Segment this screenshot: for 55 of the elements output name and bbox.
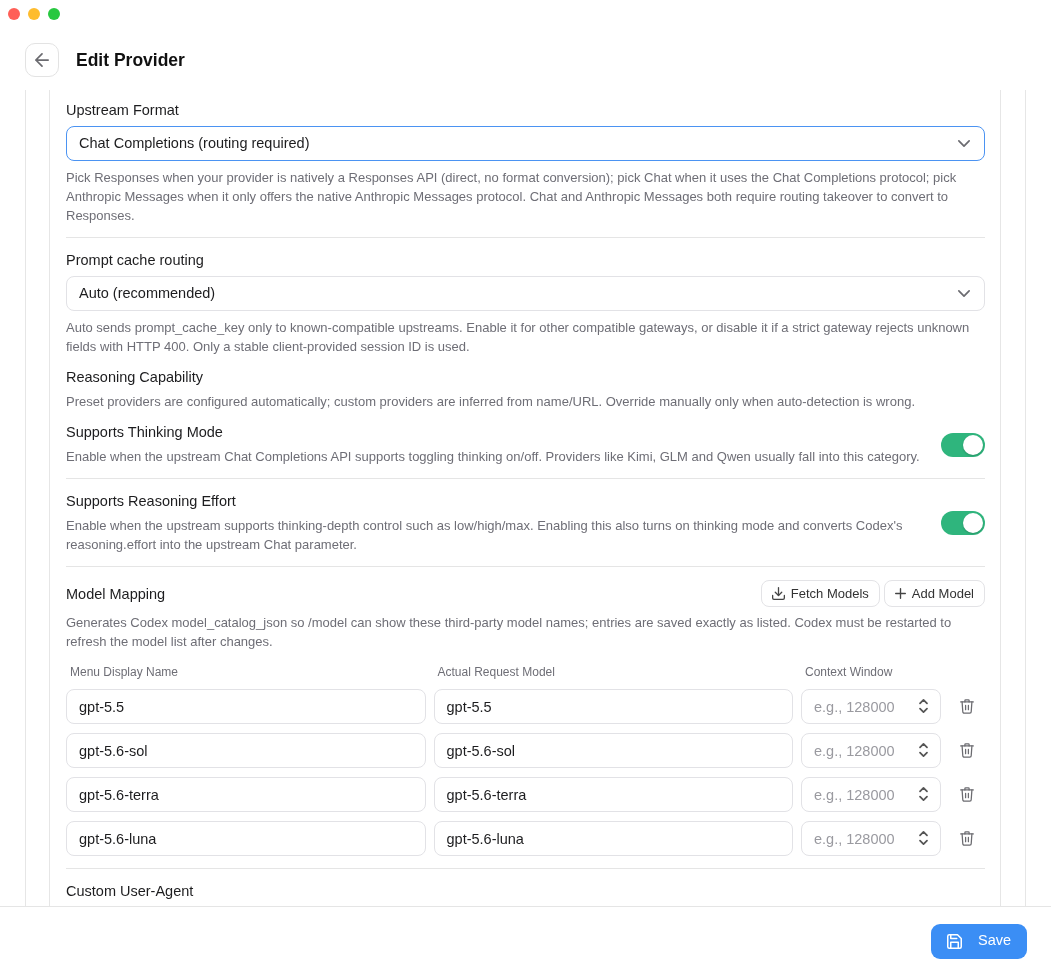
request-model-input[interactable]: gpt-5.6-luna (433, 821, 793, 856)
trash-icon (960, 699, 974, 714)
dropdown-select[interactable]: Auto (recommended) (66, 276, 985, 311)
trash-icon (960, 831, 974, 846)
trash-icon (960, 787, 974, 802)
toggle-switch[interactable] (941, 511, 985, 535)
column-header: Actual Request Model (436, 664, 556, 680)
delete-button[interactable] (960, 743, 974, 758)
download-icon (771, 587, 785, 600)
help-text: Preset providers are configured automatically; custom providers are inferred from name/URL. Override manually only when auto-detection is wrong. (66, 393, 916, 411)
context-window-input[interactable]: e.g., 128000 (801, 777, 941, 812)
help-text: Enable when the upstream Chat Completions API supports toggling thinking on/off. Providers like Kimi, GLM and Qwen usually fall into this category. (66, 448, 920, 466)
delete-button[interactable] (960, 831, 974, 846)
column-header: Menu Display Name (69, 664, 180, 680)
help-text: Auto sends prompt_cache_key only to known-compatible upstreams. Enable it for other compatible gateways, or disable it if a strict gateway rejects unknown fields with HTTP 400. Only a stable client-provided session ID is used. (66, 319, 971, 356)
trash-icon (960, 743, 974, 758)
context-window-input[interactable]: e.g., 128000 (801, 733, 941, 768)
toggle-label: Supports Thinking Mode (66, 423, 224, 441)
display-name-input[interactable]: gpt-5.6-luna (66, 821, 426, 856)
add-model-button[interactable]: Add Model (883, 580, 985, 607)
section-label: Custom User-Agent (66, 882, 195, 900)
delete-button[interactable] (960, 787, 974, 802)
request-model-input[interactable]: gpt-5.6-terra (433, 777, 793, 812)
window-close-button[interactable] (8, 8, 20, 20)
chevron-down-icon (958, 140, 970, 147)
save-icon (947, 933, 962, 949)
stepper-icon (919, 787, 928, 801)
back-button[interactable] (25, 43, 59, 77)
toggle-label: Supports Reasoning Effort (66, 492, 237, 510)
display-name-input[interactable]: gpt-5.6-terra (66, 777, 426, 812)
section-label: Reasoning Capability (66, 368, 205, 386)
stepper-icon (919, 699, 928, 713)
help-text: Pick Responses when your provider is natively a Responses API (direct, no format conversion); pick Chat when it uses the Chat Completions protocol; pick Anthropic Messages when it only offers the native Anthropic Messages protocol. Chat and Anthropic Messages both require routing takeover to convert to Responses. (66, 169, 958, 225)
dropdown-select[interactable]: Chat Completions (routing required) (66, 126, 985, 161)
request-model-input[interactable]: gpt-5.6-sol (433, 733, 793, 768)
field-label: Prompt cache routing (66, 251, 205, 269)
help-text: Generates Codex model_catalog_json so /model can show these third-party model names; entries are saved exactly as listed. Codex must be restarted to refresh the model list after changes. (66, 614, 953, 651)
page-title: Edit Provider (76, 49, 185, 71)
section-label: Model Mapping (66, 584, 166, 603)
arrow-left-icon (35, 53, 49, 67)
field-label: Upstream Format (66, 101, 180, 119)
chevron-down-icon (958, 290, 970, 297)
context-window-input[interactable]: e.g., 128000 (801, 821, 941, 856)
request-model-input[interactable]: gpt-5.5 (433, 689, 793, 724)
display-name-input[interactable]: gpt-5.5 (66, 689, 426, 724)
toggle-switch[interactable] (941, 432, 985, 457)
help-text: Enable when the upstream supports thinking-depth control such as low/high/max. Enabling this also turns on thinking mode and converts Codex's reasoning.effort into the upstream Chat parameter. (66, 517, 904, 554)
column-header: Context Window (804, 664, 894, 680)
context-window-input[interactable]: e.g., 128000 (801, 689, 941, 724)
plus-icon (894, 588, 906, 599)
display-name-input[interactable]: gpt-5.6-sol (66, 733, 426, 768)
stepper-icon (919, 743, 928, 757)
fetch-models-button[interactable]: Fetch Models (760, 580, 880, 607)
stepper-icon (919, 831, 928, 845)
delete-button[interactable] (960, 699, 974, 714)
